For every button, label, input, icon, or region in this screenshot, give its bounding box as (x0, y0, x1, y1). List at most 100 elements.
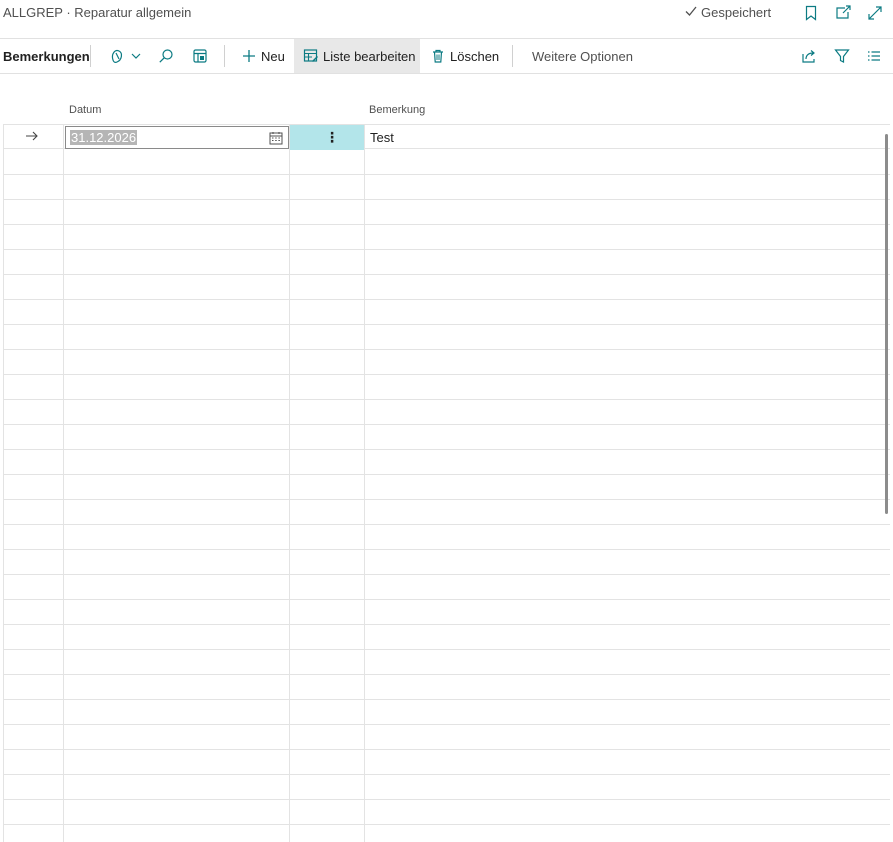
row-actions-cell[interactable] (290, 650, 365, 675)
row-actions-cell[interactable] (290, 775, 365, 800)
remark-cell[interactable] (365, 250, 890, 275)
layout-button[interactable] (192, 39, 208, 73)
row-actions-cell[interactable] (290, 175, 365, 200)
row-indicator-cell[interactable] (3, 500, 64, 525)
remark-cell[interactable] (365, 600, 890, 625)
row-actions-cell[interactable] (290, 825, 365, 842)
row-actions-cell[interactable] (290, 575, 365, 600)
remark-cell[interactable] (365, 450, 890, 475)
row-indicator-cell[interactable] (3, 375, 64, 400)
date-cell[interactable] (64, 650, 290, 675)
row-actions-cell[interactable] (290, 600, 365, 625)
remark-cell[interactable] (365, 275, 890, 300)
row-actions-cell[interactable] (290, 250, 365, 275)
expand-icon[interactable] (866, 4, 884, 22)
table-row[interactable] (3, 275, 890, 300)
date-input[interactable]: 31.12.2026 (65, 126, 289, 149)
date-cell[interactable] (64, 800, 290, 825)
open-new-window-icon[interactable] (834, 4, 852, 22)
remark-cell[interactable] (365, 200, 890, 225)
table-row[interactable] (3, 600, 890, 625)
remark-cell[interactable] (365, 800, 890, 825)
remark-cell[interactable] (365, 150, 890, 175)
row-actions-cell[interactable] (290, 675, 365, 700)
row-actions-cell[interactable] (290, 475, 365, 500)
edit-list-button[interactable]: Liste bearbeiten (294, 39, 420, 73)
date-cell[interactable] (64, 725, 290, 750)
table-row[interactable] (3, 250, 890, 275)
date-cell[interactable] (64, 450, 290, 475)
row-actions-cell[interactable] (290, 225, 365, 250)
row-indicator-cell[interactable] (3, 700, 64, 725)
table-row[interactable] (3, 575, 890, 600)
date-cell[interactable] (64, 675, 290, 700)
date-cell[interactable] (64, 550, 290, 575)
row-indicator-cell[interactable] (3, 450, 64, 475)
row-indicator-cell[interactable] (3, 225, 64, 250)
remark-cell[interactable] (365, 625, 890, 650)
row-indicator-cell[interactable] (3, 475, 64, 500)
calendar-icon[interactable] (269, 131, 283, 150)
row-actions-cell[interactable] (290, 800, 365, 825)
remark-cell[interactable] (365, 775, 890, 800)
copilot-button[interactable] (110, 39, 142, 73)
date-cell[interactable] (64, 325, 290, 350)
remark-cell[interactable] (365, 525, 890, 550)
remark-cell[interactable] (365, 325, 890, 350)
row-actions-cell[interactable] (290, 725, 365, 750)
row-indicator-cell[interactable] (3, 625, 64, 650)
date-cell[interactable] (64, 575, 290, 600)
date-cell[interactable] (64, 600, 290, 625)
row-indicator-cell[interactable] (3, 175, 64, 200)
date-cell[interactable] (64, 175, 290, 200)
row-actions-cell[interactable] (290, 200, 365, 225)
table-row[interactable] (3, 175, 890, 200)
table-row[interactable] (3, 400, 890, 425)
remark-cell[interactable] (365, 500, 890, 525)
more-actions-icon[interactable]: ⋮ (325, 129, 339, 145)
row-actions-cell[interactable] (290, 450, 365, 475)
table-row[interactable] (3, 700, 890, 725)
row-indicator-cell[interactable] (3, 575, 64, 600)
row-actions-cell[interactable] (290, 400, 365, 425)
date-cell[interactable] (64, 375, 290, 400)
table-row[interactable] (3, 500, 890, 525)
row-indicator-cell[interactable] (3, 275, 64, 300)
row-actions-cell[interactable] (290, 275, 365, 300)
date-cell[interactable] (64, 275, 290, 300)
date-cell[interactable] (64, 700, 290, 725)
remark-cell[interactable] (365, 650, 890, 675)
remark-cell[interactable] (365, 575, 890, 600)
remark-cell[interactable] (365, 550, 890, 575)
row-indicator-cell[interactable] (3, 600, 64, 625)
date-cell[interactable] (64, 300, 290, 325)
table-row[interactable] (3, 425, 890, 450)
table-row[interactable] (3, 675, 890, 700)
column-header-date[interactable]: Datum (69, 104, 101, 116)
table-row[interactable] (3, 325, 890, 350)
row-indicator-cell[interactable] (3, 200, 64, 225)
row-indicator-cell[interactable] (3, 400, 64, 425)
row-indicator-cell[interactable] (3, 800, 64, 825)
date-cell[interactable] (64, 625, 290, 650)
remark-cell[interactable] (365, 300, 890, 325)
date-cell[interactable] (64, 425, 290, 450)
row-indicator-cell[interactable] (3, 675, 64, 700)
table-row[interactable] (3, 200, 890, 225)
remark-cell[interactable] (365, 700, 890, 725)
table-row[interactable] (3, 375, 890, 400)
table-row[interactable] (3, 750, 890, 775)
table-row[interactable] (3, 450, 890, 475)
row-indicator-cell[interactable] (3, 550, 64, 575)
row-actions-cell[interactable] (290, 550, 365, 575)
list-view-button[interactable] (866, 39, 882, 73)
row-actions-cell[interactable] (290, 350, 365, 375)
table-row[interactable] (3, 225, 890, 250)
vertical-scrollbar[interactable] (885, 134, 888, 514)
row-indicator-cell[interactable] (3, 325, 64, 350)
more-options-button[interactable]: Weitere Optionen (532, 39, 633, 73)
remark-cell[interactable] (365, 350, 890, 375)
row-actions-cell[interactable] (290, 750, 365, 775)
table-row[interactable] (3, 825, 890, 842)
row-indicator-cell[interactable] (3, 825, 64, 842)
